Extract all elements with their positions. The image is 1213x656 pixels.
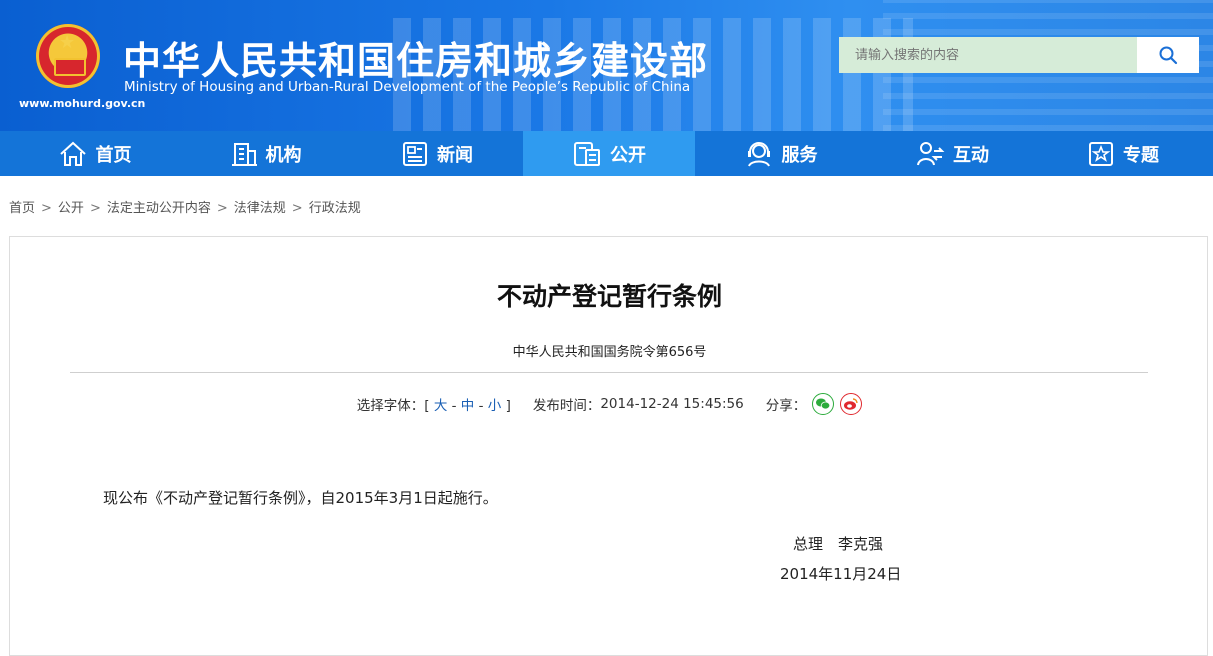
site-url: www.mohurd.gov.cn [19, 97, 146, 110]
nav-item-disclosure[interactable]: 公开 [523, 131, 695, 176]
breadcrumb-home[interactable]: 首页 [9, 201, 35, 216]
site-header: ★ www.mohurd.gov.cn 中华人民共和国住房和城乡建设部 Mini… [0, 0, 1213, 131]
font-size-close: ] [505, 398, 511, 414]
search-icon [1159, 46, 1178, 65]
wechat-share-icon[interactable] [812, 393, 835, 415]
nav-label: 首页 [95, 144, 132, 166]
breadcrumb-separator: > [89, 201, 101, 216]
nav-item-interaction[interactable]: 互动 [866, 131, 1038, 176]
nav-item-organization[interactable]: 机构 [180, 131, 351, 176]
search-box [839, 37, 1199, 73]
title-divider [70, 372, 1148, 373]
site-subtitle: Ministry of Housing and Urban-Rural Deve… [124, 79, 691, 95]
search-button[interactable] [1137, 37, 1199, 73]
interaction-icon [917, 141, 945, 165]
font-small-link[interactable]: 小 [488, 398, 502, 414]
nav-label: 互动 [953, 144, 989, 166]
document-number: 中华人民共和国国务院令第656号 [512, 345, 707, 360]
font-large-link[interactable]: 大 [434, 398, 448, 414]
disclosure-icon [574, 141, 600, 166]
article-container: 不动产登记暂行条例 中华人民共和国国务院令第656号 选择字体：[ 大 - 中 … [9, 236, 1208, 656]
breadcrumb-separator: > [216, 201, 228, 216]
building-icon [231, 142, 257, 166]
font-size-dash: - [451, 398, 457, 414]
article-body-paragraph: 现公布《不动产登记暂行条例》，自2015年3月1日起施行。 [103, 489, 498, 507]
nav-item-home[interactable]: 首页 [9, 131, 180, 176]
font-size-dash: - [478, 398, 484, 414]
font-size-selector: 选择字体：[ 大 - 中 - 小 ] [357, 394, 511, 414]
site-title[interactable]: 中华人民共和国住房和城乡建设部 [123, 30, 708, 85]
font-size-label: 选择字体：[ [356, 398, 430, 414]
nav-label: 专题 [1123, 144, 1159, 166]
breadcrumb-disclosure[interactable]: 公开 [58, 201, 84, 216]
home-icon [59, 141, 86, 166]
signature-date: 2014年11月24日 [780, 565, 902, 583]
topic-icon [1089, 141, 1113, 166]
main-nav: 首页 机构 新闻 公开 服务 互动 专题 [0, 131, 1213, 176]
nav-label: 新闻 [437, 144, 473, 166]
search-input[interactable] [839, 37, 1137, 73]
weibo-share-icon[interactable] [840, 393, 863, 415]
article-title: 不动产登记暂行条例 [496, 282, 722, 311]
font-medium-link[interactable]: 中 [461, 398, 475, 414]
nav-item-service[interactable]: 服务 [695, 131, 866, 176]
publish-label: 发布时间： [532, 398, 601, 414]
nav-label: 服务 [781, 144, 818, 166]
national-emblem-icon[interactable]: ★ [36, 24, 100, 88]
news-icon [403, 141, 427, 166]
nav-label: 公开 [610, 144, 646, 166]
service-icon [747, 141, 770, 167]
share-label: 分享： [765, 398, 807, 414]
nav-item-news[interactable]: 新闻 [351, 131, 523, 176]
signature-name: 总理 李克强 [793, 535, 884, 553]
breadcrumb: 首页 > 公开 > 法定主动公开内容 > 法律法规 > 行政法规 [9, 197, 361, 216]
nav-item-topic[interactable]: 专题 [1038, 131, 1208, 176]
article-meta: 选择字体：[ 大 - 中 - 小 ] 发布时间： 2014-12-24 15:45… [10, 393, 1209, 415]
breadcrumb-laws[interactable]: 法律法规 [234, 201, 286, 216]
breadcrumb-separator: > [291, 201, 303, 216]
nav-label: 机构 [265, 144, 302, 166]
breadcrumb-separator: > [41, 201, 52, 216]
breadcrumb-statutory-content[interactable]: 法定主动公开内容 [107, 201, 211, 216]
publish-time: 2014-12-24 15:45:56 [600, 396, 744, 412]
breadcrumb-admin-regulations[interactable]: 行政法规 [309, 201, 361, 216]
